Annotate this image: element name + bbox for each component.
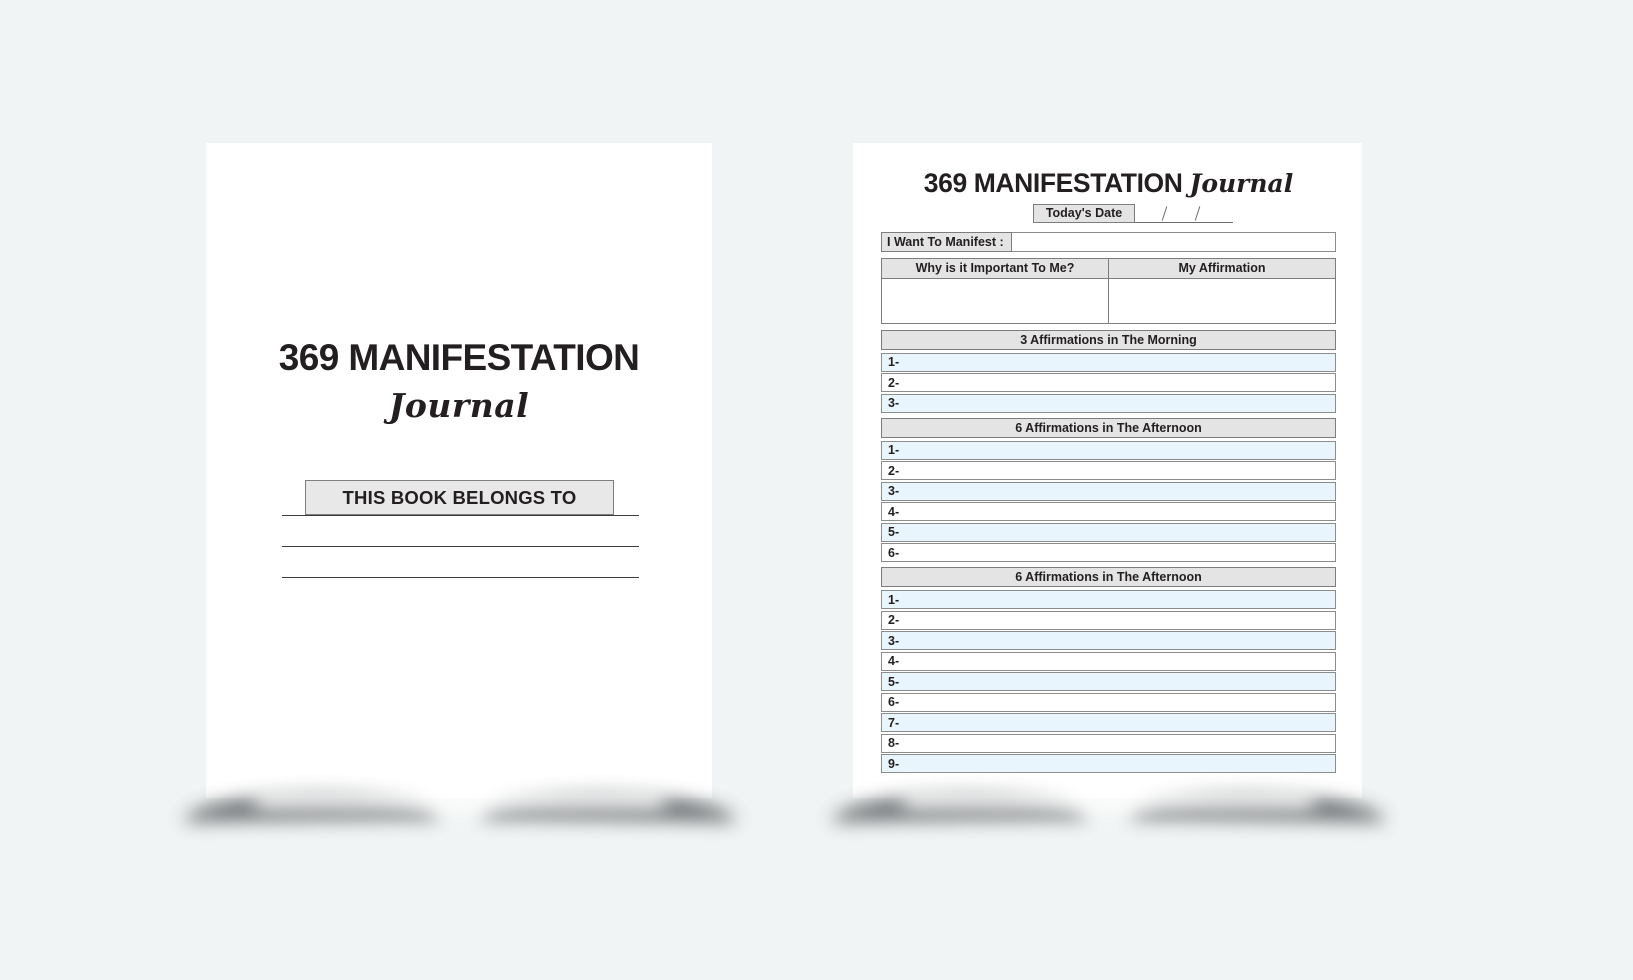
affirmation-row[interactable]: 1- [881, 590, 1336, 609]
i-want-to-manifest-input[interactable] [1012, 231, 1336, 252]
affirmation-row[interactable]: 9- [881, 754, 1336, 773]
affirmation-row[interactable]: 3- [881, 631, 1336, 650]
interior-title-script: Journal [1189, 169, 1294, 198]
interior-page: 369 MANIFESTATION Journal Today's Date I … [853, 143, 1362, 798]
affirmation-row[interactable]: 8- [881, 733, 1336, 753]
owner-write-line-1 [282, 515, 639, 516]
my-affirmation-input[interactable] [1109, 278, 1335, 323]
importance-affirmation-table: Why is it Important To Me? My Affirmatio… [881, 257, 1336, 324]
why-important-header: Why is it Important To Me? [882, 258, 1108, 279]
affirmation-row[interactable]: 2- [881, 610, 1336, 630]
affirmation-row[interactable]: 6- [881, 543, 1336, 562]
affirmation-row[interactable]: 3- [881, 481, 1336, 501]
section-header-evening: 6 Affirmations in The Afternoon [881, 567, 1336, 587]
section-header-morning: 3 Affirmations in The Morning [881, 329, 1336, 350]
section-header-afternoon: 6 Affirmations in The Afternoon [881, 417, 1336, 438]
affirmation-row[interactable]: 7- [881, 713, 1336, 732]
affirmation-row[interactable]: 5- [881, 522, 1336, 542]
cover-page: 369 MANIFESTATION Journal THIS BOOK BELO… [206, 143, 712, 798]
my-affirmation-column: My Affirmation [1108, 258, 1335, 323]
affirmation-row[interactable]: 4- [881, 502, 1336, 521]
interior-title: 369 MANIFESTATION Journal [881, 170, 1336, 197]
why-important-input[interactable] [882, 278, 1108, 323]
cover-title-block: 369 MANIFESTATION Journal [206, 337, 712, 425]
affirmation-list-afternoon: 1- 2- 3- 4- 5- 6- [881, 440, 1336, 562]
todays-date-label: Today's Date [1033, 203, 1135, 223]
my-affirmation-header: My Affirmation [1109, 258, 1335, 279]
why-important-column: Why is it Important To Me? [882, 258, 1108, 323]
date-separator-slash-2 [1194, 205, 1201, 221]
affirmation-row[interactable]: 3- [881, 393, 1336, 413]
cover-title-script: Journal [388, 385, 530, 425]
affirmation-row[interactable]: 5- [881, 672, 1336, 691]
interior-title-bold: 369 MANIFESTATION [923, 168, 1183, 198]
todays-date-input[interactable] [1135, 221, 1233, 223]
affirmation-row[interactable]: 6- [881, 692, 1336, 712]
date-separator-slash-1 [1161, 205, 1168, 221]
i-want-to-manifest-row: I Want To Manifest : [881, 231, 1336, 252]
affirmation-row[interactable]: 1- [881, 352, 1336, 372]
owner-write-line-2 [282, 546, 639, 547]
this-book-belongs-to-label: THIS BOOK BELONGS TO [305, 480, 614, 515]
affirmation-list-evening: 1- 2- 3- 4- 5- 6- 7- 8- 9- [881, 590, 1336, 773]
todays-date-row: Today's Date [881, 203, 1336, 224]
affirmation-list-morning: 1- 2- 3- [881, 352, 1336, 413]
affirmation-row[interactable]: 4- [881, 651, 1336, 671]
affirmation-row[interactable]: 2- [881, 373, 1336, 392]
owner-write-line-3 [282, 577, 639, 578]
affirmation-row[interactable]: 2- [881, 461, 1336, 480]
affirmation-row[interactable]: 1- [881, 440, 1336, 460]
cover-title-main: 369 MANIFESTATION [278, 337, 640, 378]
i-want-to-manifest-label: I Want To Manifest : [881, 231, 1012, 252]
